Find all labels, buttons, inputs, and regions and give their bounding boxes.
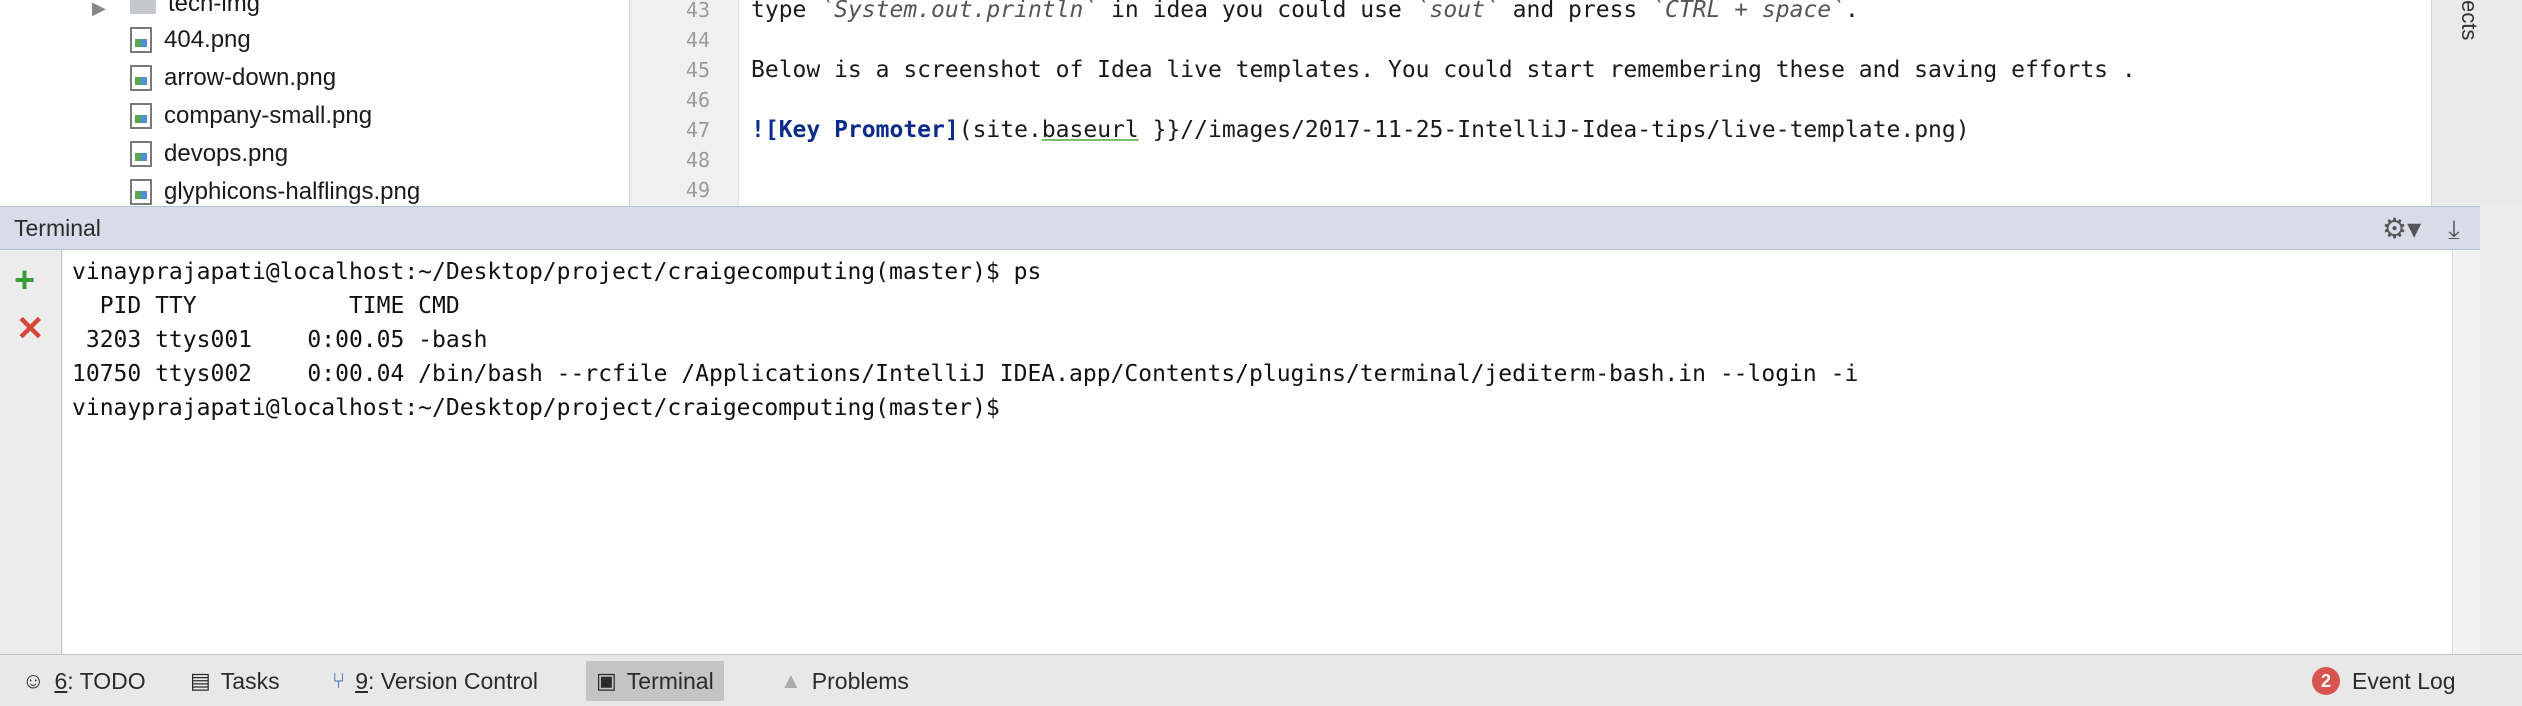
markdown-link-text: ![Key Promoter] — [751, 117, 959, 143]
tab-vcs-label: : Version Control — [368, 667, 539, 694]
tab-event-log-label: Event Log — [2352, 667, 2456, 694]
tab-terminal[interactable]: ▣ Terminal — [586, 661, 724, 701]
line-number: 43 — [685, 0, 710, 22]
inline-code: `System.out.println` — [820, 0, 1098, 23]
tree-file[interactable]: 404.png — [130, 22, 251, 58]
editor-gutter: 43 44 45 46 47 48 49 — [631, 0, 739, 206]
line-number: 46 — [685, 88, 710, 112]
tab-version-control[interactable]: ⑂ 9: Version Control — [322, 661, 548, 701]
image-file-icon — [130, 27, 152, 53]
code-text: type — [751, 0, 821, 23]
expand-triangle-icon[interactable]: ▶ — [92, 0, 106, 19]
terminal-scrollbar[interactable] — [2452, 250, 2480, 654]
tree-folder-label: tech-img — [168, 0, 261, 17]
new-session-plus-icon[interactable]: + — [14, 262, 35, 298]
line-number: 44 — [685, 28, 710, 52]
code-text: . — [1845, 0, 1859, 23]
bottom-tool-bar: ☺ 6: TODO ▤ Tasks ⑂ 9: Version Control ▣ Ter… — [0, 654, 2522, 706]
project-tree: ▶ tech-img 404.png arrow-down.png compan… — [0, 0, 630, 206]
editor-line-45: Below is a screenshot of Idea live templ… — [751, 57, 2136, 83]
code-text: and press — [1498, 0, 1652, 23]
event-count-badge: 2 — [2312, 667, 2340, 695]
terminal-line: PID TTY TIME CMD — [72, 293, 460, 319]
hide-panel-icon[interactable]: ⤓ — [2438, 213, 2470, 245]
terminal-line: 3203 ttys001 0:00.05 -bash — [72, 327, 488, 353]
tab-vcs-number: 9 — [355, 667, 368, 694]
tab-event-log[interactable]: 2 Event Log — [2302, 661, 2466, 701]
tab-tasks-label: Tasks — [220, 667, 280, 694]
branch-icon: ⑂ — [332, 668, 346, 693]
folder-icon — [130, 0, 156, 14]
inline-code: `CTRL + space` — [1651, 0, 1845, 23]
terminal-output[interactable]: vinayprajapati@localhost:~/Desktop/proje… — [63, 250, 2452, 654]
tree-file-label: arrow-down.png — [164, 64, 337, 91]
tree-file[interactable]: glyphicons-halflings.png — [130, 174, 420, 206]
image-file-icon — [130, 65, 152, 91]
image-file-icon — [130, 179, 152, 205]
tree-file-label: 404.png — [164, 26, 251, 53]
tab-todo-label: : TODO — [67, 667, 146, 694]
line-number: 45 — [685, 58, 710, 82]
inline-code: `sout` — [1415, 0, 1499, 23]
editor-line-47: ![Key Promoter](site.baseurl }}//images/… — [751, 115, 1970, 145]
tree-file-label: glyphicons-halflings.png — [164, 178, 421, 205]
tab-problems[interactable]: ▲ Problems — [770, 661, 919, 701]
code-text: (site. — [958, 117, 1042, 143]
tree-file-label: company-small.png — [164, 102, 373, 129]
todo-icon: ☺ — [22, 668, 45, 693]
terminal-header: Terminal ⚙▾ ⤓ — [0, 206, 2480, 250]
terminal-line: 10750 ttys002 0:00.04 /bin/bash --rcfile… — [72, 361, 1859, 387]
close-session-icon[interactable]: ✕ — [16, 312, 45, 346]
tree-file[interactable]: company-small.png — [130, 98, 372, 134]
terminal-title: Terminal — [14, 215, 101, 241]
terminal-line: vinayprajapati@localhost:~/Desktop/proje… — [72, 259, 1042, 285]
tree-file[interactable]: devops.png — [130, 136, 288, 172]
tree-folder-tech-img[interactable]: tech-img — [130, 0, 260, 22]
terminal-toolbar: + ✕ — [0, 250, 62, 654]
image-file-icon — [130, 141, 152, 167]
code-text: }}//images/2017-11-25-IntelliJ-Idea-tips… — [1138, 117, 1970, 143]
tree-file[interactable]: arrow-down.png — [130, 60, 336, 96]
tab-terminal-label: Terminal — [626, 667, 714, 694]
line-number: 48 — [685, 148, 710, 172]
tree-file-label: devops.png — [164, 140, 289, 167]
warning-icon: ▲ — [780, 668, 802, 693]
terminal-icon: ▣ — [596, 668, 617, 693]
ide-window: ▶ tech-img 404.png arrow-down.png compan… — [0, 0, 2522, 706]
code-editor[interactable]: type `System.out.println` in idea you co… — [739, 0, 2431, 206]
terminal-right-gap — [2480, 250, 2522, 654]
code-text: in idea you could use — [1097, 0, 1416, 23]
right-tool-tab-label[interactable]: ects — [2456, 0, 2482, 40]
terminal-header-right-gap — [2480, 206, 2522, 250]
image-file-icon — [130, 103, 152, 129]
right-tool-strip: ects — [2431, 0, 2522, 206]
spellcheck-word: baseurl — [1041, 117, 1139, 143]
line-number: 47 — [685, 118, 710, 142]
tab-tasks[interactable]: ▤ Tasks — [180, 661, 290, 701]
editor-line-43: type `System.out.println` in idea you co… — [751, 0, 1859, 25]
line-number: 49 — [685, 178, 710, 202]
terminal-line: vinayprajapati@localhost:~/Desktop/proje… — [72, 395, 1000, 421]
gear-icon[interactable]: ⚙▾ — [2382, 213, 2422, 245]
tasks-icon: ▤ — [190, 668, 211, 693]
tab-todo[interactable]: ☺ 6: TODO — [12, 661, 156, 701]
tab-todo-number: 6 — [54, 667, 68, 694]
tab-problems-label: Problems — [811, 667, 909, 694]
